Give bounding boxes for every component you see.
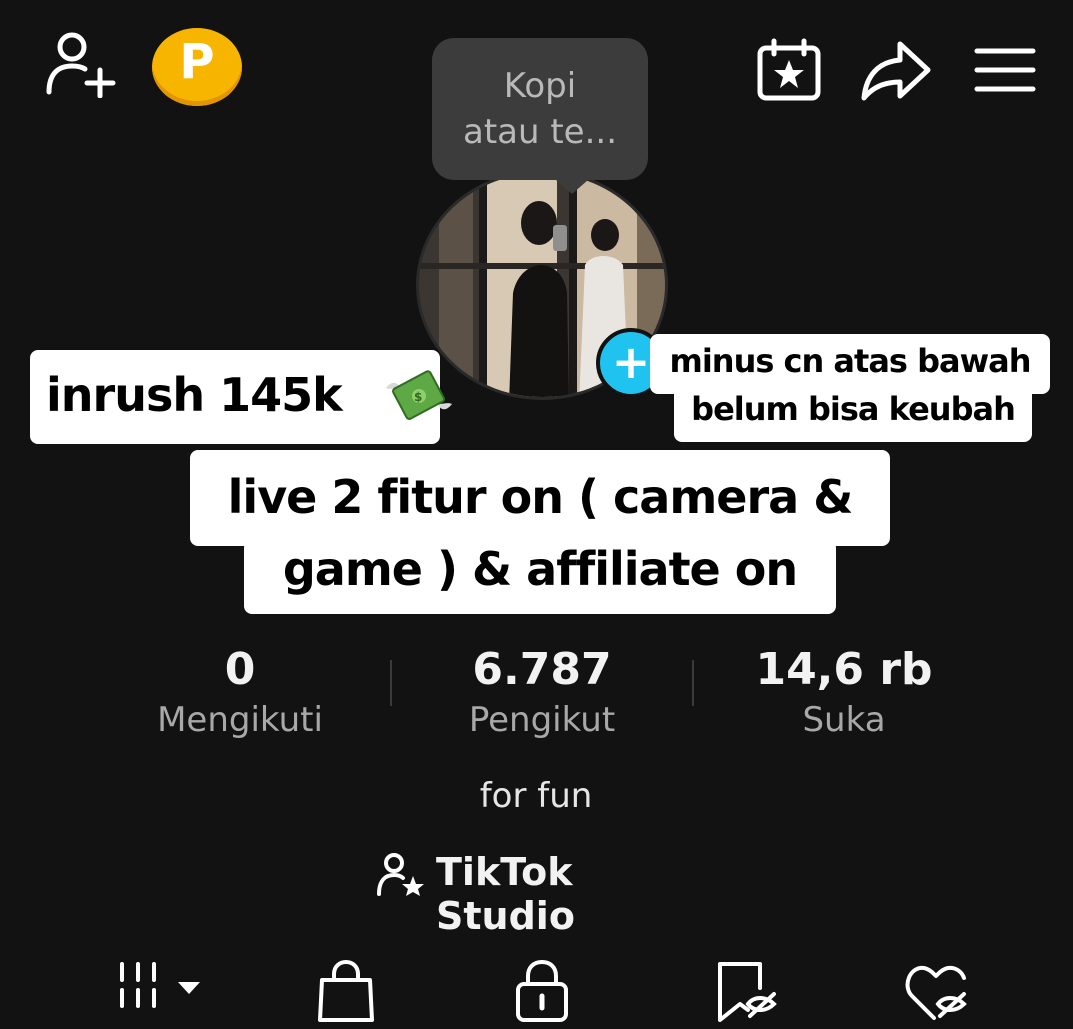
svg-text:$: $ — [414, 390, 422, 404]
stat-likes-value: 14,6 rb — [755, 644, 933, 695]
tooltip-arrow — [556, 180, 588, 194]
stat-likes-label: Suka — [802, 700, 886, 740]
shopping-bag-icon — [318, 959, 374, 1022]
tab-liked[interactable] — [904, 958, 984, 1024]
tooltip-line-2: atau te... — [462, 112, 618, 152]
points-letter: P — [179, 34, 215, 90]
share-button[interactable] — [860, 40, 932, 102]
stat-followers-label: Pengikut — [468, 700, 616, 740]
sticker-live-text-2: game ) & affiliate on — [282, 542, 798, 596]
person-plus-icon — [46, 32, 116, 98]
hamburger-menu-icon — [974, 48, 1036, 92]
calendar-button[interactable] — [756, 38, 822, 102]
sticker-minus-text-2: belum bisa keubah — [691, 390, 1016, 428]
sticker-live-line-1: live 2 fitur on ( camera & — [190, 450, 890, 546]
heart-hidden-icon — [905, 965, 967, 1020]
lock-icon — [516, 959, 568, 1022]
grid-icon — [120, 962, 200, 1008]
sticker-minus-text-1: minus cn atas bawah — [669, 342, 1031, 380]
person-star-icon — [376, 852, 426, 896]
sticker-live-line-2: game ) & affiliate on — [244, 540, 836, 614]
copy-tooltip: Kopi atau te... — [432, 38, 648, 194]
add-friend-button[interactable] — [44, 30, 118, 98]
tiktok-studio-link[interactable]: TikTok Studio — [372, 846, 716, 938]
tab-videos[interactable] — [118, 958, 200, 1024]
tiktok-studio-label: TikTok Studio — [436, 850, 575, 938]
calendar-star-icon — [757, 38, 821, 101]
stat-following-value: 0 — [224, 644, 256, 695]
bio-text: for fun — [479, 776, 593, 816]
share-arrow-icon — [861, 41, 931, 101]
stat-followers-value: 6.787 — [472, 644, 612, 695]
sticker-live-text-1: live 2 fitur on ( camera & — [227, 470, 854, 524]
tab-shop[interactable] — [316, 958, 396, 1024]
sticker-inrush-text: inrush 145k — [46, 368, 343, 422]
points-badge[interactable]: P — [152, 28, 242, 106]
menu-button[interactable] — [974, 46, 1036, 94]
tooltip-line-1: Kopi — [503, 66, 577, 106]
stat-following-label: Mengikuti — [157, 700, 323, 740]
sticker-minus-line-2: belum bisa keubah — [674, 384, 1032, 442]
sticker-inrush: inrush 145k $ — [30, 350, 452, 444]
tab-favorites[interactable] — [714, 958, 794, 1024]
flying-money-icon: $ — [384, 366, 454, 426]
bookmark-hidden-icon — [718, 962, 777, 1022]
tab-private[interactable] — [514, 958, 594, 1024]
